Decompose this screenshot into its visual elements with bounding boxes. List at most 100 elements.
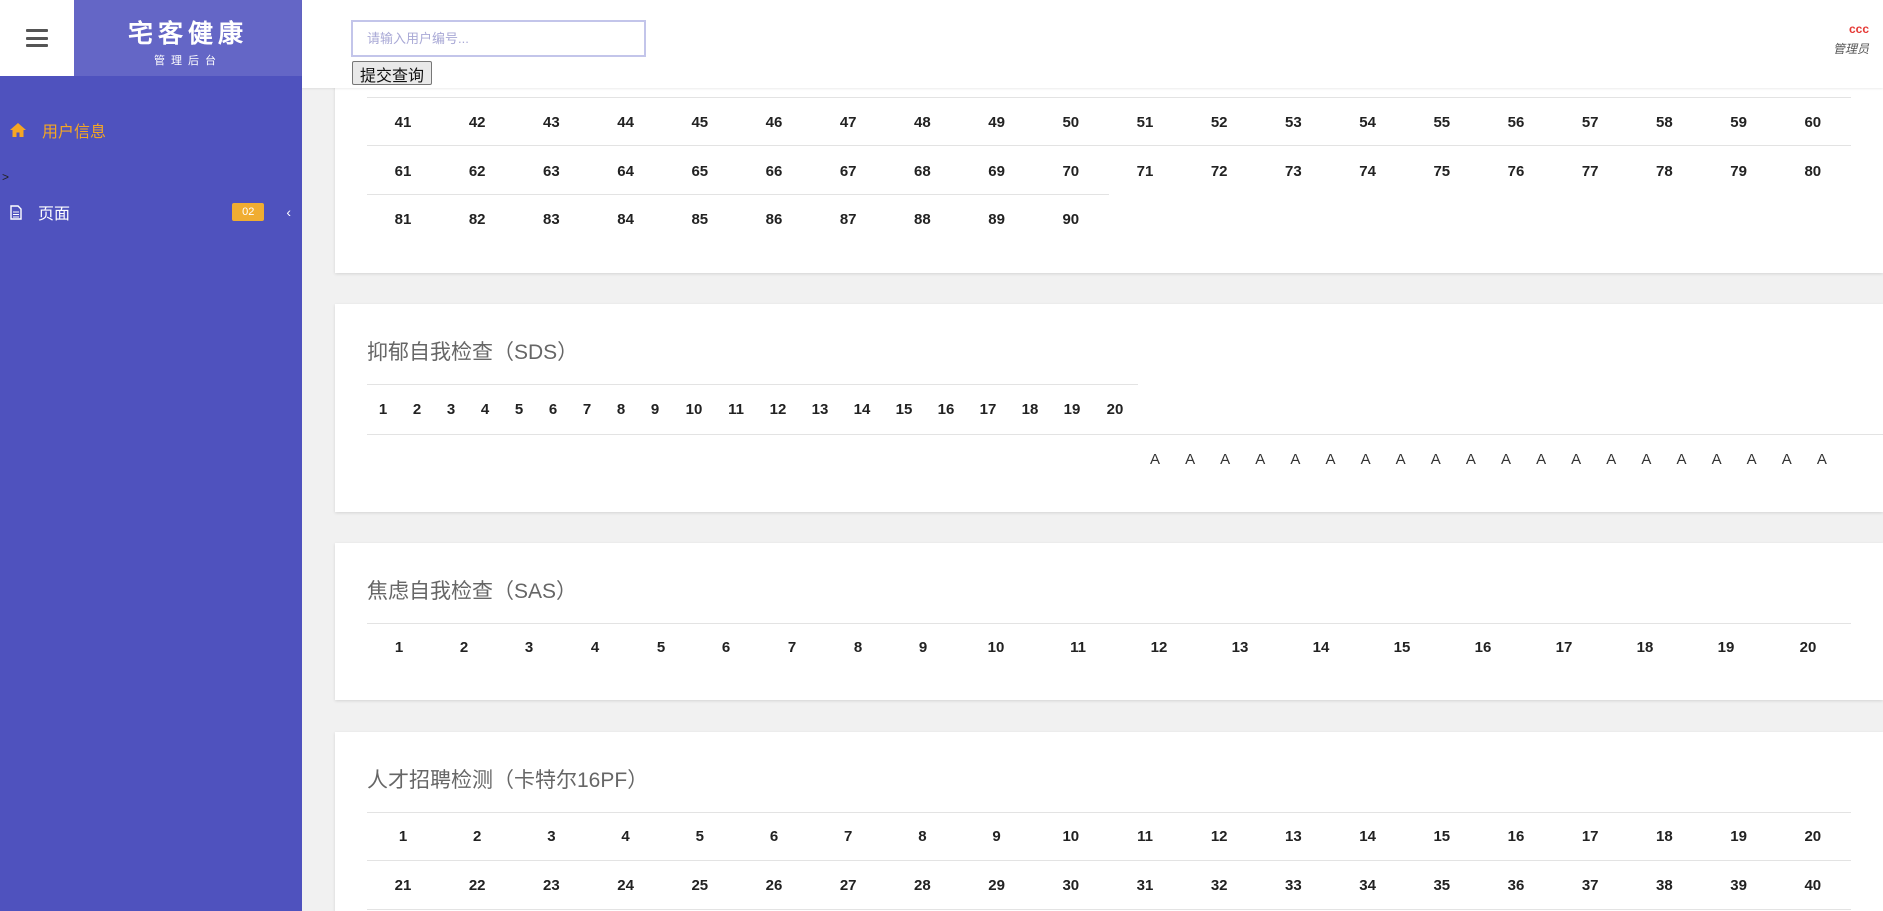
question-number: 9 — [650, 401, 660, 418]
question-number: 41 — [394, 114, 412, 131]
question-number: 62 — [468, 163, 486, 180]
stray-text: > — [2, 170, 10, 184]
sidebar-item-user-info[interactable]: 用户信息 — [10, 118, 106, 142]
answer-value: A — [1536, 451, 1547, 468]
question-number: 32 — [1210, 877, 1228, 894]
answer-value: A — [1746, 451, 1757, 468]
sidebar-item-label: 页面 — [38, 206, 71, 223]
question-number: 2 — [412, 401, 422, 418]
count-badge: 02 — [232, 203, 265, 221]
question-number: 14 — [1312, 639, 1330, 656]
section-title: 焦虑自我检查（SAS） — [367, 580, 578, 603]
user-id-search-input[interactable] — [351, 20, 646, 57]
question-number: 46 — [765, 114, 783, 131]
question-number: 74 — [1359, 163, 1376, 180]
question-number: 20 — [1799, 639, 1817, 656]
answer-value: A — [1255, 451, 1266, 468]
question-number: 17 — [979, 401, 997, 418]
question-number: 66 — [765, 163, 783, 180]
home-icon — [10, 123, 26, 137]
question-number: 81 — [394, 211, 412, 228]
question-number: 37 — [1581, 877, 1599, 894]
question-number: 60 — [1804, 114, 1822, 131]
question-number: 64 — [617, 163, 634, 180]
answer-value: A — [1430, 451, 1441, 468]
answer-value: A — [1220, 451, 1231, 468]
question-number: 5 — [514, 401, 524, 418]
question-number: 13 — [811, 401, 829, 418]
answer-value: A — [1185, 451, 1196, 468]
user-info[interactable]: ccc 管理员 — [1833, 22, 1869, 57]
question-number: 77 — [1581, 163, 1599, 180]
question-number: 22 — [468, 877, 486, 894]
question-number: 10 — [1062, 828, 1080, 845]
user-name: ccc — [1848, 22, 1869, 36]
answer-value: A — [1325, 451, 1336, 468]
answer-value: A — [1711, 451, 1722, 468]
question-number: 36 — [1507, 877, 1525, 894]
chevron-left-icon[interactable]: ‹ — [286, 204, 291, 220]
top-header: 提交查询 ccc 管理员 — [302, 0, 1883, 88]
question-number: 15 — [895, 401, 913, 418]
brand-title: 宅客健康 — [127, 20, 248, 48]
question-number: 67 — [839, 163, 857, 180]
answer-value: A — [1290, 451, 1301, 468]
question-number: 2 — [459, 639, 469, 656]
question-number: 61 — [394, 163, 412, 180]
question-number: 12 — [1150, 639, 1168, 656]
sidebar: 宅客健康 管理后台 用户信息 > 页面 02 ‹ — [0, 0, 302, 911]
question-number: 90 — [1062, 211, 1080, 228]
file-icon — [10, 204, 22, 220]
question-number: 47 — [839, 114, 857, 131]
question-number: 57 — [1581, 114, 1599, 131]
question-number: 38 — [1656, 877, 1673, 894]
question-number: 52 — [1210, 114, 1228, 131]
question-number: 48 — [914, 114, 931, 131]
question-number: 78 — [1656, 163, 1673, 180]
question-number: 25 — [691, 877, 709, 894]
question-number: 15 — [1433, 828, 1451, 845]
question-number: 3 — [446, 401, 456, 418]
answer-value: A — [1781, 451, 1792, 468]
question-number: 19 — [1730, 828, 1747, 845]
question-number: 8 — [853, 639, 863, 656]
answer-value: A — [1395, 451, 1406, 468]
question-number: 14 — [1359, 828, 1376, 845]
question-number: 16 — [937, 401, 955, 418]
question-number: 68 — [914, 163, 931, 180]
question-number: 49 — [988, 114, 1005, 131]
question-number: 7 — [844, 828, 853, 845]
question-number: 4 — [621, 828, 630, 845]
question-number: 88 — [914, 211, 931, 228]
submit-query-button[interactable]: 提交查询 — [352, 61, 433, 85]
question-number: 70 — [1062, 163, 1080, 180]
question-number: 19 — [1063, 401, 1081, 418]
16pf-card: 人才招聘检测（卡特尔16PF） 1 2 3 4 5 6 7 8 9 10 11 12 13 14 15 16 1… — [335, 732, 1883, 911]
section-title: 人才招聘检测（卡特尔16PF） — [367, 769, 649, 792]
row-divider — [367, 194, 1109, 195]
question-number: 73 — [1285, 163, 1302, 180]
question-number: 17 — [1555, 639, 1573, 656]
answer-value: A — [1676, 451, 1687, 468]
question-number: 20 — [1804, 828, 1822, 845]
answer-value: A — [1465, 451, 1476, 468]
question-number: 51 — [1136, 114, 1154, 131]
question-number: 63 — [543, 163, 560, 180]
answer-value: A — [1500, 451, 1512, 468]
sidebar-item-pages[interactable]: 页面 02 ‹ — [10, 200, 295, 224]
question-number: 76 — [1507, 163, 1525, 180]
question-number: 7 — [787, 639, 797, 656]
question-number: 6 — [769, 828, 779, 845]
question-number: 12 — [1210, 828, 1228, 845]
question-number: 45 — [691, 114, 709, 131]
question-number: 5 — [695, 828, 704, 845]
question-number: 9 — [918, 639, 928, 656]
question-number: 65 — [691, 163, 709, 180]
question-number: 40 — [1804, 877, 1822, 894]
row-divider — [367, 434, 1883, 435]
menu-toggle-button[interactable] — [0, 0, 74, 76]
question-number: 59 — [1730, 114, 1747, 131]
question-number: 4 — [590, 639, 600, 656]
question-number: 10 — [685, 401, 703, 418]
brand-logo[interactable]: 宅客健康 管理后台 — [74, 0, 302, 76]
